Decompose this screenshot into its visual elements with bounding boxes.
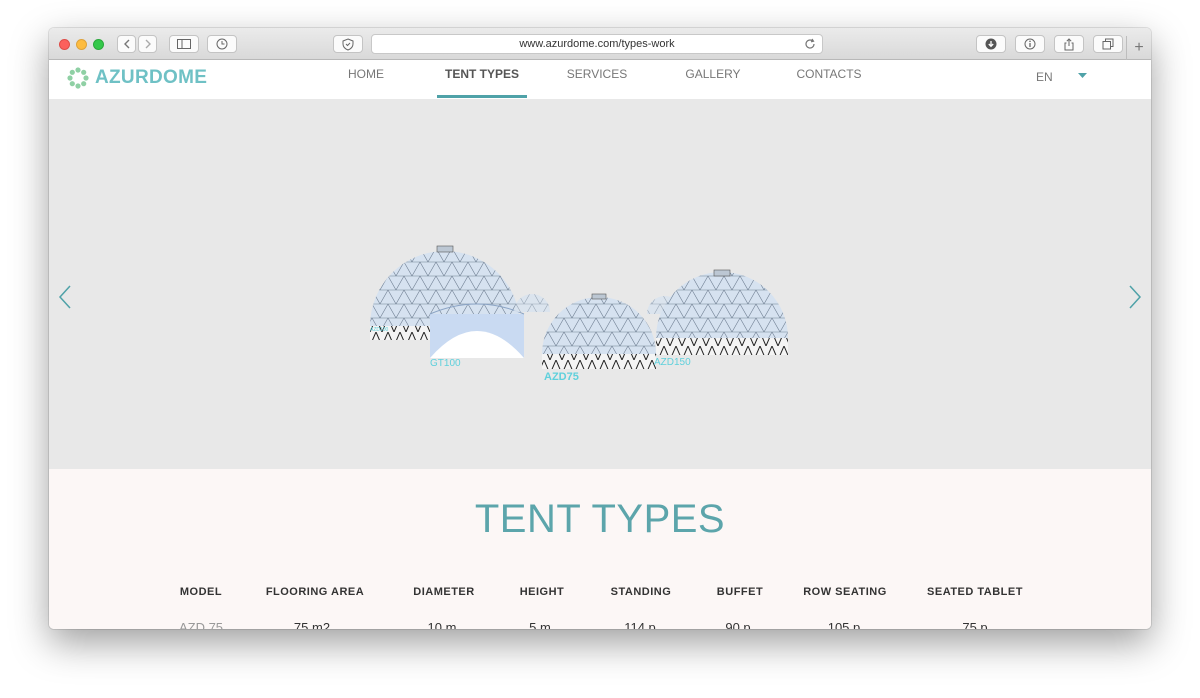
new-tab-button[interactable]: +	[1126, 36, 1151, 60]
info-button[interactable]	[1015, 35, 1045, 53]
close-window-button[interactable]	[59, 39, 70, 50]
chevron-left-icon	[123, 39, 129, 49]
address-bar[interactable]: www.azurdome.com/types-work	[371, 34, 823, 54]
site-header: AZURDOME HOME TENT TYPES SERVICES GALLER…	[49, 60, 1151, 99]
language-selector[interactable]: EN	[1036, 70, 1053, 84]
header-height: HEIGHT	[519, 586, 565, 598]
browser-toolbar: www.azurdome.com/types-work +	[49, 28, 1151, 60]
sidebar-icon	[177, 39, 191, 49]
nav-contacts[interactable]: CONTACTS	[789, 60, 869, 99]
logo[interactable]: AZURDOME	[67, 67, 207, 89]
nav-home[interactable]: HOME	[331, 60, 401, 99]
shield-icon	[342, 37, 354, 51]
share-icon	[1064, 37, 1074, 50]
forward-button[interactable]	[138, 35, 157, 53]
slider-prev-arrow[interactable]	[58, 284, 72, 310]
tent-types-section: TENT TYPES MODEL FLOORING AREA DIAMETER …	[49, 469, 1151, 629]
header-row-seating: ROW SEATING	[803, 586, 887, 598]
info-icon	[1024, 38, 1036, 50]
cell-flooring-area: 75 m2	[293, 620, 331, 629]
section-title: TENT TYPES	[474, 497, 726, 541]
cell-row-seating: 105 p	[827, 620, 861, 629]
back-button[interactable]	[117, 35, 136, 53]
hero-slider: AZD100 GT100 AZD75 AZD150	[49, 99, 1151, 469]
tabs-icon	[1102, 38, 1114, 50]
header-seated-tablet: SEATED TABLET	[927, 586, 1023, 598]
dome-azd150	[656, 269, 788, 355]
browser-window: www.azurdome.com/types-work + AZURDOME H…	[49, 28, 1151, 629]
url-text: www.azurdome.com/types-work	[519, 38, 675, 50]
active-nav-indicator	[437, 95, 527, 98]
cell-buffet: 90 p	[725, 620, 751, 629]
caret-down-icon[interactable]	[1078, 73, 1087, 79]
cell-standing: 114 p	[624, 620, 656, 629]
dome-azd75	[542, 293, 656, 369]
slider-next-arrow[interactable]	[1128, 284, 1142, 310]
label-azd150: AZD150	[654, 357, 691, 368]
zoom-window-button[interactable]	[93, 39, 104, 50]
label-azd75: AZD75	[544, 371, 579, 383]
downloads-button[interactable]	[976, 35, 1006, 53]
cell-diameter: 10 m	[427, 620, 457, 629]
history-button[interactable]	[207, 35, 237, 53]
reload-icon[interactable]	[804, 38, 816, 50]
cell-height: 5 m	[529, 620, 551, 629]
clock-icon	[216, 38, 228, 50]
nav-tent-types[interactable]: TENT TYPES	[437, 60, 527, 99]
sidebar-button[interactable]	[169, 35, 199, 53]
logo-text: AZURDOME	[95, 67, 208, 88]
nav-services[interactable]: SERVICES	[557, 60, 637, 99]
cell-model[interactable]: AZD 75	[179, 620, 223, 629]
header-flooring-area: FLOORING AREA	[265, 586, 365, 598]
tabs-overview-button[interactable]	[1093, 35, 1123, 53]
domes-illustration: AZD100 GT100 AZD75 AZD150	[370, 245, 788, 383]
label-azd100: AZD100	[370, 327, 389, 333]
minimize-window-button[interactable]	[76, 39, 87, 50]
download-icon	[985, 38, 997, 50]
header-buffet: BUFFET	[716, 586, 764, 598]
nav-gallery[interactable]: GALLERY	[677, 60, 749, 99]
logo-mark-icon	[67, 67, 89, 89]
header-model: MODEL	[179, 586, 223, 598]
header-diameter: DIAMETER	[413, 586, 475, 598]
shield-button[interactable]	[333, 35, 363, 53]
header-standing: STANDING	[610, 586, 672, 598]
share-button[interactable]	[1054, 35, 1084, 53]
label-gt100: GT100	[430, 358, 461, 369]
chevron-right-icon	[145, 39, 151, 49]
cell-seated-tablet: 75 p	[962, 620, 988, 629]
